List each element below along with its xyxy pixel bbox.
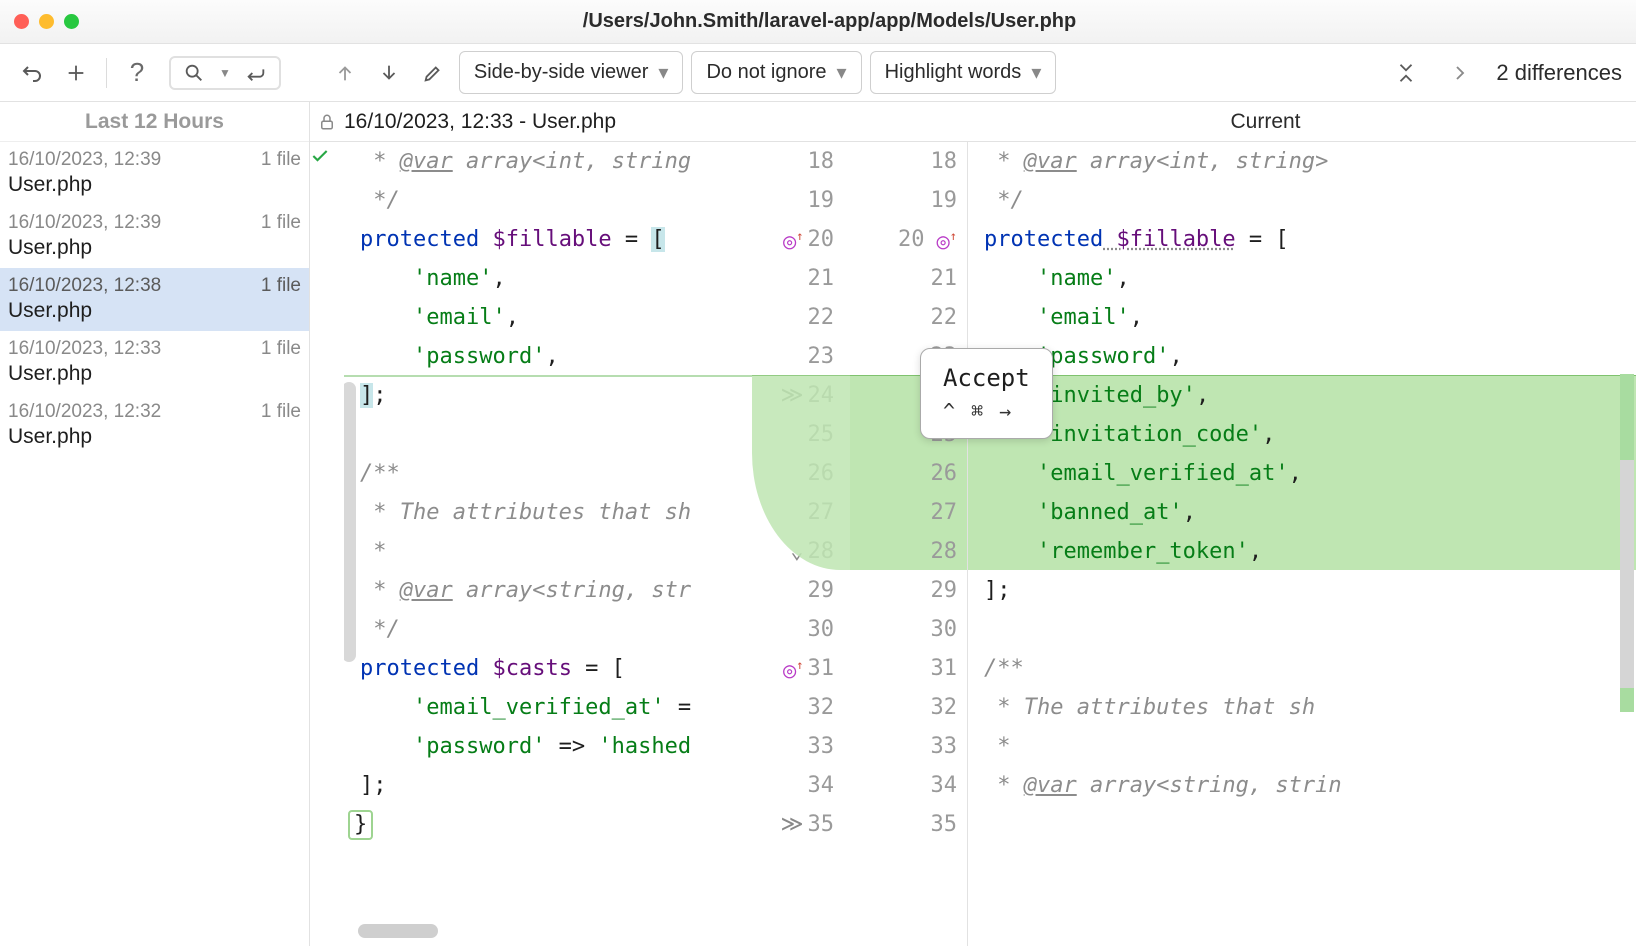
chevron-down-icon: ▾ (658, 60, 668, 85)
sidebar-header: Last 12 Hours (0, 102, 309, 142)
dropdown-label: Side-by-side viewer (474, 61, 649, 84)
history-meta: 1 file (261, 338, 301, 360)
search-icon (183, 62, 205, 84)
edit-button[interactable] (415, 55, 451, 91)
tooltip-title: Accept (943, 363, 1030, 394)
dropdown-label: Highlight words (885, 61, 1022, 84)
history-item[interactable]: 16/10/2023, 12:39 1 fileUser.php (0, 205, 309, 268)
prev-diff-button[interactable] (327, 55, 363, 91)
help-button[interactable]: ? (119, 55, 155, 91)
sidebar: Last 12 Hours 16/10/2023, 12:391 fileUse… (0, 102, 310, 946)
next-file-button[interactable] (1442, 55, 1478, 91)
history-ts: 16/10/2023, 12:39 (8, 212, 161, 234)
right-pane-title: Current (895, 110, 1636, 134)
history-item[interactable]: 16/10/2023, 12:32 1 fileUser.php (0, 394, 309, 457)
history-meta: 1 file (261, 149, 301, 171)
accept-chunk-icon[interactable]: ≫ (780, 805, 803, 844)
left-code-pane[interactable]: * @var array<int, string */ protected $f… (344, 142, 752, 946)
chevron-down-icon: ▾ (1031, 60, 1041, 85)
history-ts: 16/10/2023, 12:39 (8, 149, 161, 171)
view-mode-dropdown[interactable]: Side-by-side viewer ▾ (459, 51, 684, 94)
right-gutter: 18 19 20◎↑ 21 22 23 24 25 26 27 28 29 30… (850, 142, 968, 946)
history-file: User.php (8, 236, 301, 260)
diff-settings-button[interactable] (58, 55, 94, 91)
history-file: User.php (8, 173, 301, 197)
window-controls (14, 14, 79, 29)
status-gutter (310, 142, 344, 946)
left-scrollbar[interactable] (344, 382, 356, 662)
maximize-window[interactable] (64, 14, 79, 29)
check-icon (310, 146, 330, 166)
history-file: User.php (8, 425, 301, 449)
history-meta: 1 file (261, 275, 301, 297)
history-meta: 1 file (261, 401, 301, 423)
history-ts: 16/10/2023, 12:32 (8, 401, 161, 423)
history-item-selected[interactable]: 16/10/2023, 12:38 1 fileUser.php (0, 268, 309, 331)
history-file: User.php (8, 362, 301, 386)
next-diff-button[interactable] (371, 55, 407, 91)
minimize-window[interactable] (39, 14, 54, 29)
target-icon[interactable]: ◎↑ (783, 217, 803, 261)
undo-button[interactable] (14, 55, 50, 91)
return-icon (245, 62, 267, 84)
titlebar: /Users/John.Smith/laravel-app/app/Models… (0, 0, 1636, 44)
highlight-dropdown[interactable]: Highlight words ▾ (870, 51, 1057, 94)
dropdown-label: Do not ignore (706, 61, 826, 84)
diff-view: 16/10/2023, 12:33 - User.php Current * @… (310, 102, 1636, 946)
search-box[interactable]: ▼ (169, 56, 281, 90)
history-ts: 16/10/2023, 12:33 (8, 338, 161, 360)
toolbar: ? ▼ Side-by-side viewer▾ Do not ignore▾ … (0, 44, 1636, 102)
tooltip-shortcut: ^ ⌘ → (943, 398, 1030, 424)
history-file: User.php (8, 299, 301, 323)
window-title: /Users/John.Smith/laravel-app/app/Models… (99, 10, 1560, 33)
horizontal-scrollbar[interactable] (358, 924, 438, 938)
diff-count: 2 differences (1496, 60, 1622, 86)
history-item[interactable]: 16/10/2023, 12:39 1 fileUser.php (0, 142, 309, 205)
history-ts: 16/10/2023, 12:38 (8, 275, 161, 297)
history-item[interactable]: 16/10/2023, 12:33 1 fileUser.php (0, 331, 309, 394)
chevron-down-icon: ▾ (837, 60, 847, 85)
left-gutter: 18 19 ◎↑20 21 22 23 ≫24 25 26 27 ⌄28 29 … (752, 142, 850, 946)
lock-icon (318, 113, 336, 131)
accept-tooltip: Accept ^ ⌘ → (920, 348, 1053, 439)
collapse-unchanged-button[interactable] (1388, 55, 1424, 91)
target-icon[interactable]: ◎↑ (783, 646, 803, 690)
history-meta: 1 file (261, 212, 301, 234)
ignore-dropdown[interactable]: Do not ignore ▾ (691, 51, 861, 94)
target-icon[interactable]: ◎↑ (937, 217, 957, 261)
close-window[interactable] (14, 14, 29, 29)
left-pane-title: 16/10/2023, 12:33 - User.php (344, 110, 616, 134)
right-code-pane[interactable]: * @var array<int, string> */ protected $… (968, 142, 1636, 946)
